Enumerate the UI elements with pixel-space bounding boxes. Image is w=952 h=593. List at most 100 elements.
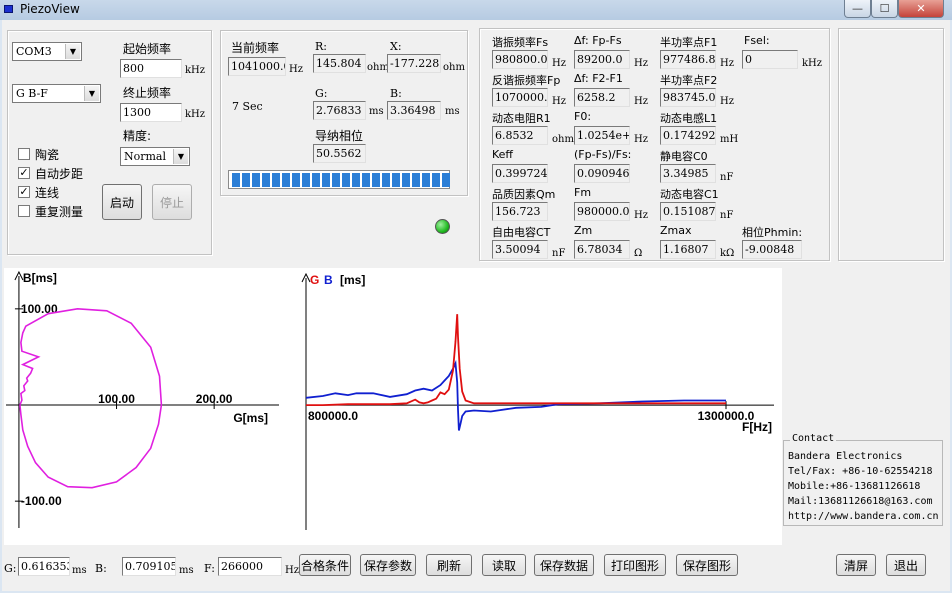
- result-value: 156.723: [492, 202, 548, 221]
- bottom-g-label: G:: [4, 562, 17, 575]
- contact-website[interactable]: http://www.bandera.com.cn: [788, 509, 939, 524]
- result-value: 1.0254e+006: [574, 126, 630, 145]
- right-unit-label: [ms]: [340, 273, 365, 287]
- g-value: 2.76833: [313, 101, 366, 120]
- result-label: Δf: F2-F1: [574, 72, 623, 85]
- app-icon: [4, 5, 13, 13]
- maximize-button[interactable]: ☐: [871, 0, 898, 18]
- result-label: 反谐振频率Fp: [492, 74, 561, 87]
- plot-area[interactable]: B[ms] 100.00 -100.00 100.00 200.00 G[ms] G B [m…: [4, 268, 782, 545]
- checkbox-label: 陶瓷: [35, 148, 60, 162]
- left-y-bottom-tick-label: -100.00: [21, 494, 62, 508]
- result-value: 3.34985: [660, 164, 716, 183]
- frequency-sweep-chart: G B [ms]800000.0 1300000.0F[Hz]: [301, 272, 774, 530]
- precision-value: Normal: [124, 150, 167, 163]
- susceptance-b-curve: [305, 359, 726, 431]
- g-legend-label: G: [310, 273, 319, 287]
- checkbox-box[interactable]: [18, 205, 30, 217]
- start-freq-input[interactable]: 800: [120, 59, 182, 78]
- result-label: Zm: [574, 224, 593, 237]
- result-label: (Fp-Fs)/Fs:: [574, 148, 632, 161]
- exit-button[interactable]: 退出: [886, 554, 926, 576]
- port-value: COM3: [16, 45, 52, 58]
- chevron-down-icon: ▼: [65, 44, 80, 59]
- stop-button[interactable]: 停止: [152, 184, 192, 220]
- checkbox-box[interactable]: ✓: [18, 167, 30, 179]
- progress-segment: [392, 173, 400, 187]
- result-value: -9.00848: [742, 240, 802, 259]
- save-params-button[interactable]: 保存参数: [360, 554, 416, 576]
- minimize-button[interactable]: —: [844, 0, 871, 18]
- left-x-tick-label: 200.00: [196, 392, 233, 406]
- left-x-tick-label: 100.00: [98, 392, 135, 406]
- mode-select[interactable]: G B-F ▼: [12, 84, 101, 103]
- bottom-f-unit: Hz: [285, 565, 299, 576]
- result-unit: Hz: [552, 96, 566, 107]
- result-unit: Hz: [552, 58, 566, 69]
- result-label: 动态电容C1: [660, 188, 719, 201]
- result-label: Fm: [574, 186, 592, 199]
- progress-segment: [302, 173, 310, 187]
- checkbox-ceramic[interactable]: 陶瓷: [18, 145, 108, 164]
- contact-tel: Tel/Fax: +86-10-62554218: [788, 466, 933, 477]
- progress-segment: [342, 173, 350, 187]
- print-plot-button[interactable]: 打印图形: [604, 554, 666, 576]
- result-unit: kΩ: [720, 248, 735, 259]
- result-unit: ohm: [552, 134, 574, 145]
- result-label: 动态电感L1: [660, 112, 718, 125]
- clear-screen-button[interactable]: 清屏: [836, 554, 876, 576]
- read-button[interactable]: 读取: [482, 554, 526, 576]
- checkbox-auto-step[interactable]: ✓ 自动步距: [18, 164, 108, 183]
- result-label: Fsel:: [744, 34, 770, 47]
- right-x-label: F[Hz]: [742, 420, 772, 434]
- contact-company: Bandera Electronics: [788, 451, 903, 462]
- result-label: Zmax: [660, 224, 692, 237]
- result-value: 1070000.0: [492, 88, 548, 107]
- result-label: Keff: [492, 148, 514, 161]
- stop-freq-unit: kHz: [185, 109, 206, 120]
- contact-mail: Mail:13681126618@163.com: [788, 496, 933, 507]
- conductance-g-curve: [306, 314, 726, 406]
- g-label: G:: [315, 87, 328, 100]
- elapsed-time: 7 Sec: [232, 100, 263, 113]
- result-label: Δf: Fp-Fs: [574, 34, 622, 47]
- result-unit: kHz: [802, 58, 823, 69]
- checkbox-box[interactable]: [18, 148, 30, 160]
- result-value: 980800.0: [492, 50, 548, 69]
- result-value: 6258.2: [574, 88, 630, 107]
- progress-segment: [332, 173, 340, 187]
- save-plot-button[interactable]: 保存图形: [676, 554, 738, 576]
- progress-segment: [312, 173, 320, 187]
- close-button[interactable]: ✕: [898, 0, 944, 18]
- bottom-g-value[interactable]: 0.616353: [18, 557, 70, 576]
- save-data-button[interactable]: 保存数据: [534, 554, 594, 576]
- b-unit: ms: [445, 106, 460, 117]
- start-button[interactable]: 启动: [102, 184, 142, 220]
- r-value: 145.804: [313, 54, 366, 73]
- result-unit: nF: [720, 172, 734, 183]
- chevron-down-icon: ▼: [84, 86, 99, 101]
- pass-criteria-button[interactable]: 合格条件: [299, 554, 351, 576]
- result-unit: nF: [720, 210, 734, 221]
- precision-select[interactable]: Normal ▼: [120, 147, 190, 166]
- result-value: 0.151087: [660, 202, 716, 221]
- bottom-f-value[interactable]: 266000: [218, 557, 282, 576]
- bottom-b-value[interactable]: 0.709105: [122, 557, 176, 576]
- contact-box: Contact Bandera Electronics Tel/Fax: +86…: [783, 433, 943, 526]
- checkbox-repeat-measure[interactable]: 重复测量: [18, 202, 108, 221]
- checkbox-connect-line[interactable]: ✓ 连线: [18, 183, 108, 202]
- progress-segment: [232, 173, 240, 187]
- right-empty-panel: [838, 28, 944, 261]
- checkbox-box[interactable]: ✓: [18, 186, 30, 198]
- x-label: X:: [390, 40, 402, 53]
- plot-canvas: B[ms]100.00-100.00100.00 200.00G[ms] G B [m…: [6, 270, 774, 530]
- current-freq-value: 1041000.0: [228, 57, 286, 76]
- progress-segment: [422, 173, 430, 187]
- checkbox-label: 重复测量: [35, 205, 84, 219]
- refresh-button[interactable]: 刷新: [426, 554, 472, 576]
- result-label: 静电容C0: [660, 150, 708, 163]
- port-select[interactable]: COM3 ▼: [12, 42, 82, 61]
- result-label: 自由电容CT: [492, 226, 551, 239]
- stop-freq-input[interactable]: 1300: [120, 103, 182, 122]
- result-unit: Hz: [720, 96, 734, 107]
